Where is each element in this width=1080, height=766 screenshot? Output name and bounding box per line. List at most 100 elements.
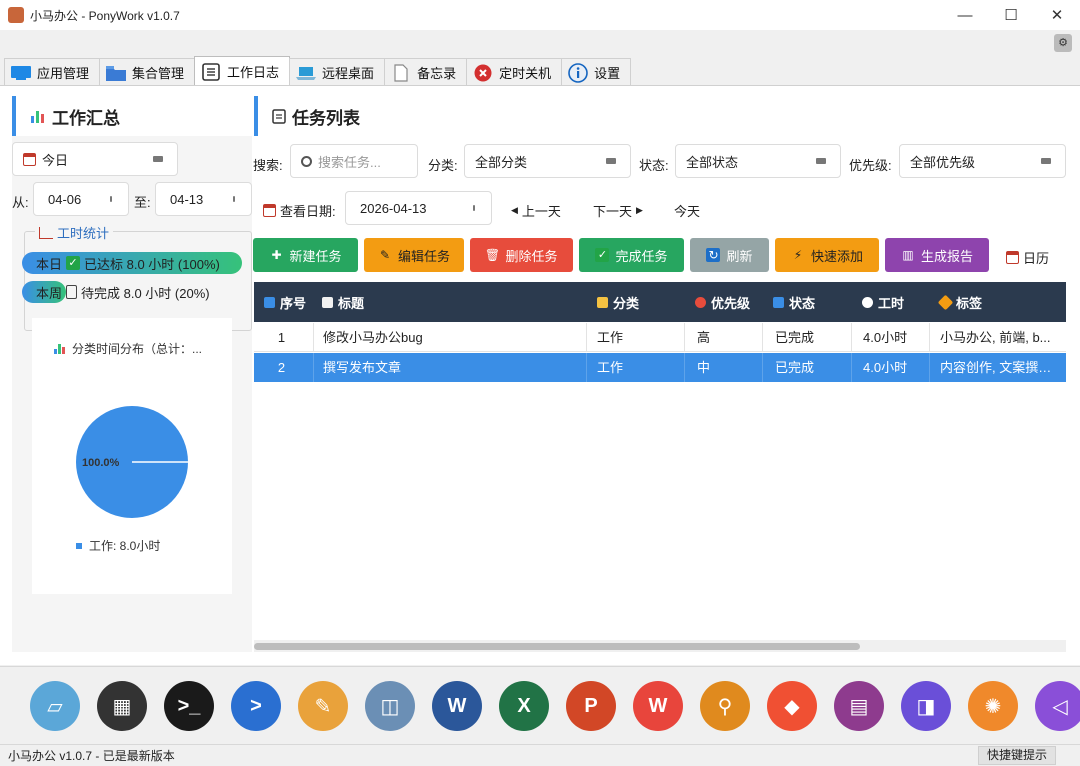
column-header-priority[interactable]: 优先级 [695, 282, 750, 322]
status-select[interactable]: 全部状态 [675, 144, 841, 178]
pinwheel-icon[interactable]: ✺ [968, 681, 1018, 731]
monitor-icon [11, 65, 31, 81]
today-button[interactable]: 今天 [674, 201, 700, 220]
status-text: 小马办公 v1.0.7 - 已是最新版本 [8, 749, 175, 763]
calendar-button[interactable]: 日历 [1006, 248, 1049, 267]
date-value: 2026-04-13 [360, 200, 427, 216]
resource-monitor-icon[interactable]: ◫ [365, 681, 415, 731]
pie-percent-label: 100.0% [82, 457, 120, 469]
date-picker[interactable]: 2026-04-13 [345, 191, 492, 225]
tab-scheduled-shutdown[interactable]: 定时关机 [466, 58, 563, 86]
from-date-field[interactable]: 04-06 [33, 182, 129, 216]
search-input[interactable]: 搜索任务... [290, 144, 418, 178]
column-header-tags[interactable]: 标签 [937, 282, 982, 322]
calculator-icon[interactable]: ▦ [97, 681, 147, 731]
refresh-button[interactable]: ↻ 刷新 [690, 238, 769, 272]
tab-label: 远程桌面 [322, 66, 375, 81]
column-header-title[interactable]: 标题 [322, 282, 364, 322]
horizontal-scrollbar[interactable] [254, 640, 1066, 652]
scrollbar-thumb[interactable] [254, 643, 860, 650]
tab-label: 定时关机 [499, 66, 552, 81]
table-row-selected[interactable]: 2 撰写发布文章 工作 中 已完成 4.0小时 内容创作, 文案撰写... [254, 353, 1066, 382]
user-settings-icon[interactable]: ⚙ [1054, 34, 1072, 52]
cell-hours: 4.0小时 [852, 353, 930, 382]
remote-app-icon[interactable]: ◨ [901, 681, 951, 731]
tab-app-management[interactable]: 应用管理 [4, 58, 101, 86]
category-select[interactable]: 全部分类 [464, 144, 631, 178]
maximize-button[interactable]: ☐ [988, 0, 1034, 30]
document-icon [391, 63, 411, 82]
to-date-field[interactable]: 04-13 [155, 182, 252, 216]
window-title: 小马办公 - PonyWork v1.0.7 [30, 8, 180, 23]
edit-task-button[interactable]: ✎ 编辑任务 [364, 238, 464, 272]
excel-icon[interactable]: X [499, 681, 549, 731]
line-chart-icon [39, 226, 53, 239]
visual-studio-icon[interactable]: ◁ [1035, 681, 1080, 731]
category-value: 全部分类 [475, 154, 528, 170]
priority-select[interactable]: 全部优先级 [899, 144, 1066, 178]
shortcut-hint-button[interactable]: 快捷键提示 [977, 746, 1056, 765]
bar-chart-icon: ▥ [902, 248, 914, 262]
search-icon [301, 155, 312, 167]
next-day-button[interactable]: 下一天 ▶ [593, 201, 643, 220]
tab-collection-management[interactable]: 集合管理 [99, 58, 196, 86]
memo-icon [322, 296, 333, 308]
column-label: 分类 [613, 295, 640, 311]
column-header-category[interactable]: 分类 [597, 282, 639, 322]
cell-category: 工作 [587, 353, 685, 382]
toolbar-row: ⚙ [0, 30, 1080, 58]
terminal-icon[interactable]: >_ [164, 681, 214, 731]
quick-add-button[interactable]: ⚡ 快速添加 [775, 238, 879, 272]
word-icon[interactable]: W [432, 681, 482, 731]
git-icon[interactable]: ◆ [767, 681, 817, 731]
clipboard-icon [66, 285, 78, 299]
bar-chart-icon [54, 343, 66, 354]
period-value: 今日 [42, 152, 69, 168]
tab-work-log[interactable]: 工作日志 [194, 56, 291, 86]
prev-day-button[interactable]: ◀ 上一天 [511, 201, 561, 220]
paint-icon[interactable]: ✎ [298, 681, 348, 731]
powershell-icon[interactable]: > [231, 681, 281, 731]
delete-task-button[interactable]: 🗑 删除任务 [470, 238, 573, 272]
winrar-icon[interactable]: ▤ [834, 681, 884, 731]
wps-icon[interactable]: W [633, 681, 683, 731]
spin-icon [473, 205, 475, 211]
search-tool-icon[interactable]: ⚲ [700, 681, 750, 731]
refresh-icon: ↻ [706, 248, 721, 262]
complete-task-button[interactable]: ✓ 完成任务 [579, 238, 684, 272]
search-label: 搜索: [253, 158, 283, 173]
powerpoint-icon[interactable]: P [566, 681, 616, 731]
cell-title: 修改小马办公bug [314, 323, 587, 352]
bar-chart-icon [30, 109, 46, 123]
today-status: 已达标 8.0 小时 (100%) [84, 256, 220, 272]
table-row[interactable]: 1 修改小马办公bug 工作 高 已完成 4.0小时 小马办公, 前端, b..… [254, 323, 1066, 352]
tab-label: 集合管理 [132, 66, 185, 81]
cell-status: 已完成 [763, 323, 852, 352]
task-list-header: 任务列表 [254, 96, 1066, 136]
info-icon [568, 62, 588, 83]
close-button[interactable]: ✕ [1034, 0, 1080, 30]
trash-icon: 🗑 [484, 248, 501, 262]
spin-icon [110, 196, 112, 202]
tab-memo[interactable]: 备忘录 [384, 58, 468, 86]
column-header-index[interactable]: 序号 [264, 282, 306, 322]
target-icon [695, 296, 706, 308]
cell-index: 2 [254, 353, 314, 382]
period-select[interactable]: 今日 [12, 142, 178, 176]
bar-chart-icon [773, 296, 784, 308]
new-task-button[interactable]: ✚ 新建任务 [253, 238, 358, 272]
title-bar: 小马办公 - PonyWork v1.0.7 — ☐ ✕ [0, 0, 1080, 30]
notepad-icon[interactable]: ▱ [30, 681, 80, 731]
pie-title-text: 分类时间分布（总计：... [72, 342, 203, 356]
generate-report-button[interactable]: ▥ 生成报告 [885, 238, 989, 272]
today-label: 本日 [36, 256, 63, 272]
column-header-hours[interactable]: 工时 [862, 282, 904, 322]
minimize-button[interactable]: — [942, 0, 988, 30]
today-label: 今天 [674, 204, 701, 219]
category-label: 分类: [428, 158, 458, 173]
generate-report-label: 生成报告 [920, 248, 973, 264]
tab-settings[interactable]: 设置 [561, 58, 632, 86]
column-header-status[interactable]: 状态 [773, 282, 815, 322]
calendar-label: 日历 [1023, 251, 1050, 266]
tab-remote-desktop[interactable]: 远程桌面 [289, 58, 386, 86]
